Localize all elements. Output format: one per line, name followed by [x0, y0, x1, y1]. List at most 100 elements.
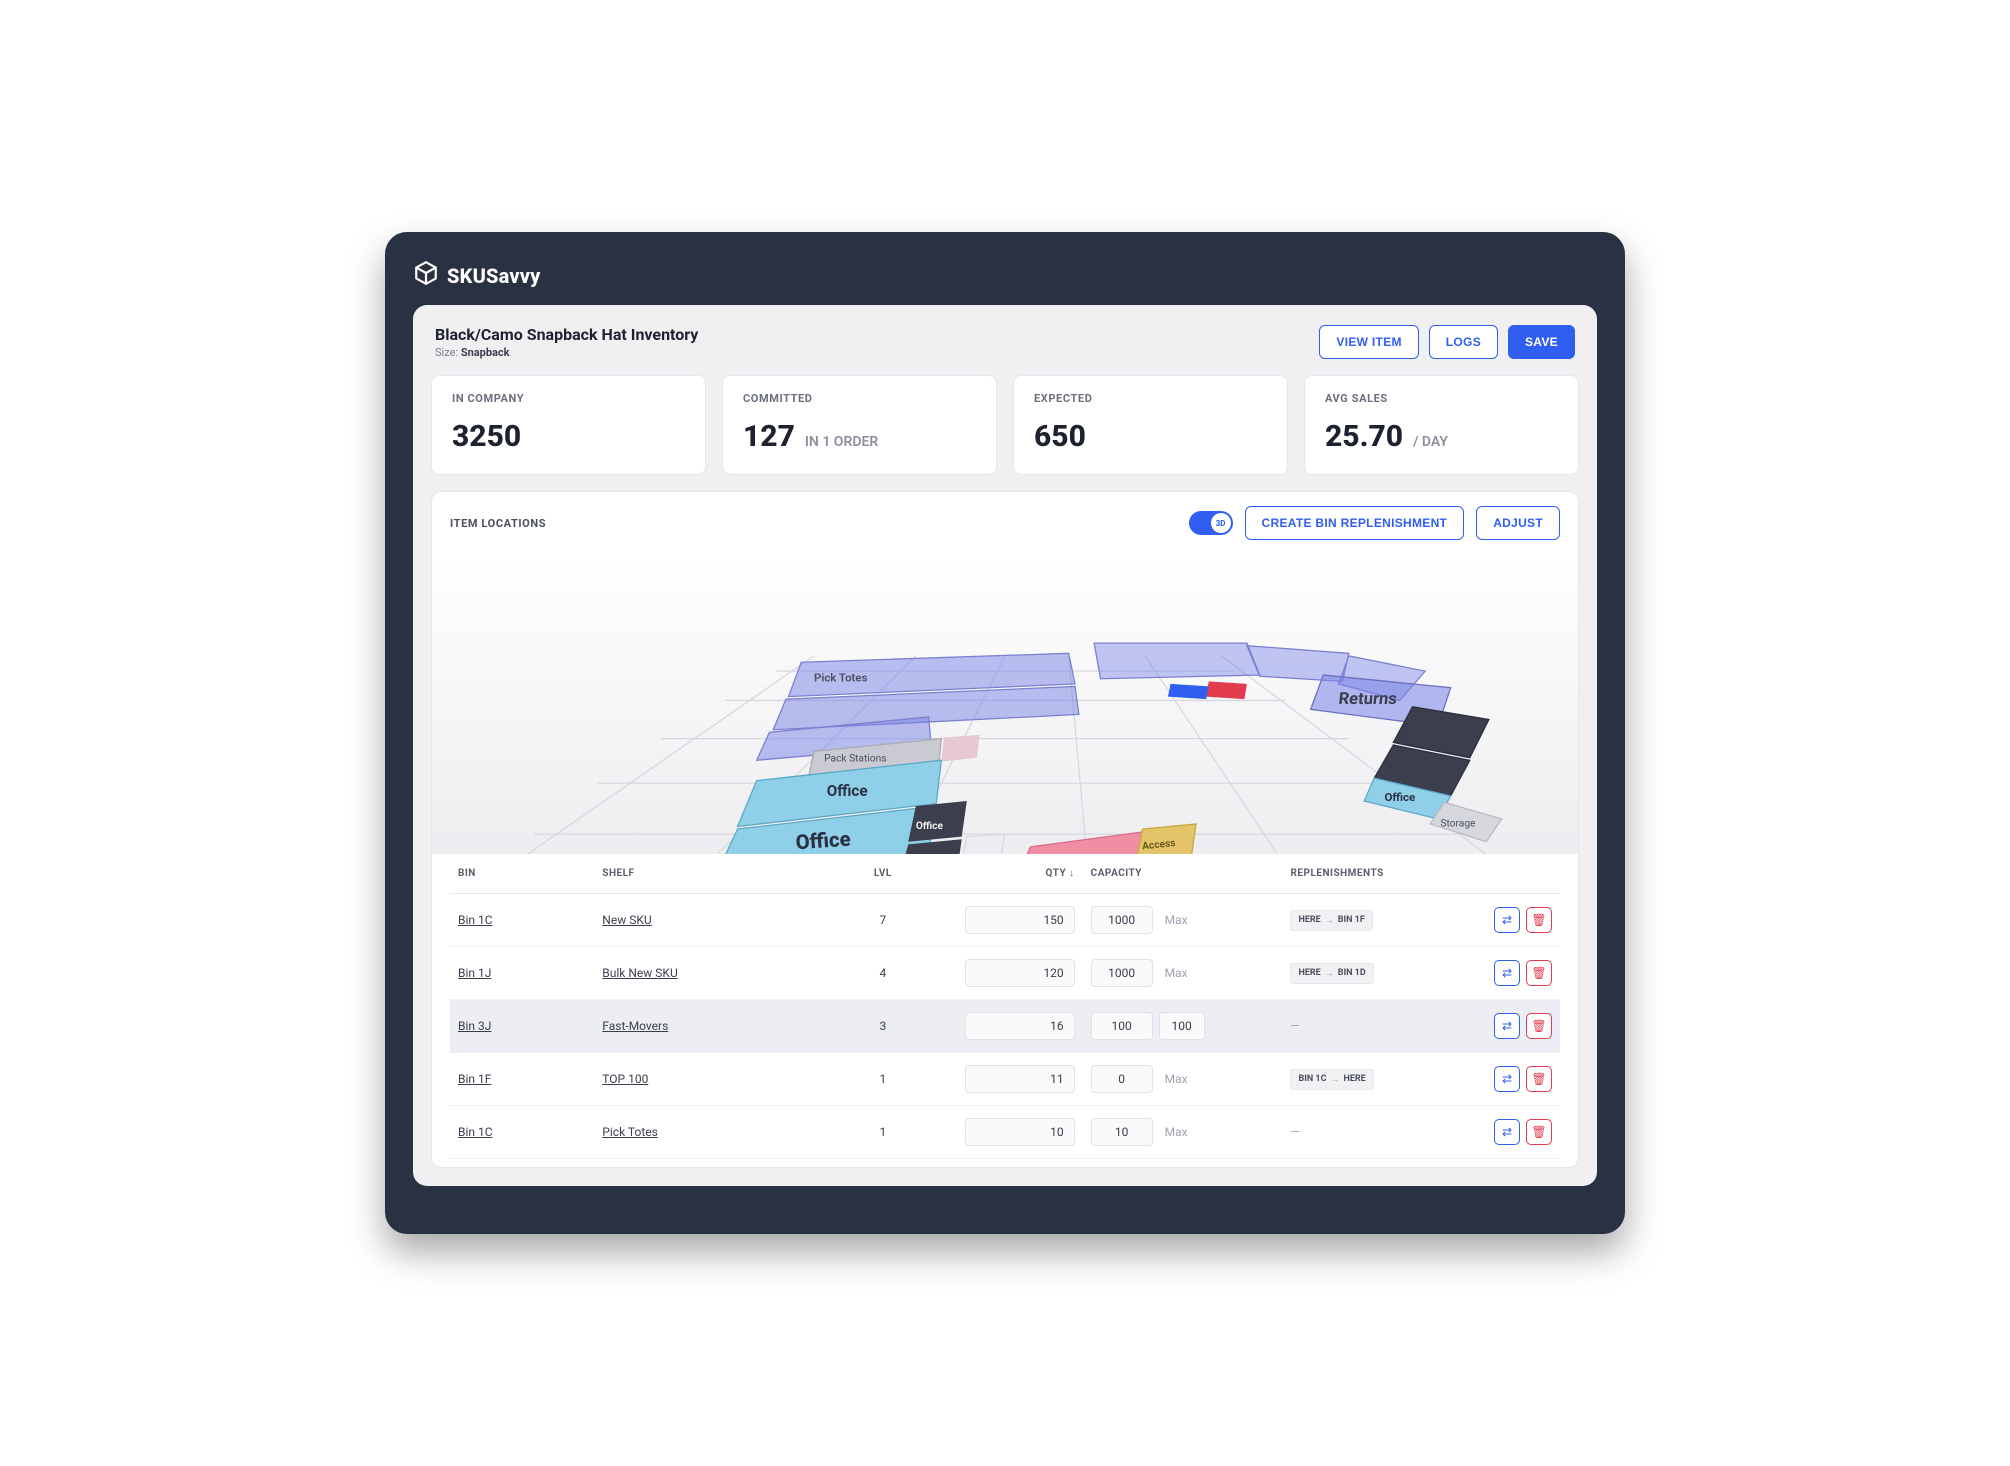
lvl-cell: 1 — [838, 1106, 927, 1159]
table-row[interactable]: Bin 1J Bulk New SKU 4 120 1000 Max HERE→BIN 1D… — [450, 947, 1560, 1000]
qty-input[interactable]: 120 — [965, 959, 1075, 987]
locations-title: ITEM LOCATIONS — [450, 517, 546, 530]
transfer-icon: ⇄ — [1502, 966, 1512, 980]
trash-icon: 🗑 — [1531, 1125, 1546, 1139]
device-frame: SKUSavvy Black/Camo Snapback Hat Invento… — [385, 232, 1625, 1234]
capacity-max-label: Max — [1165, 913, 1195, 927]
trash-icon: 🗑 — [1531, 1019, 1546, 1033]
brand-logo: SKUSavvy — [413, 260, 541, 291]
transfer-button[interactable]: ⇄ — [1494, 1066, 1520, 1092]
stat-expected: EXPECTED 650 — [1013, 375, 1288, 475]
transfer-button[interactable]: ⇄ — [1494, 1013, 1520, 1039]
arrow-right-icon: → — [1330, 1074, 1339, 1085]
shelf-link[interactable]: Fast-Movers — [602, 1019, 668, 1033]
svg-text:Office: Office — [916, 821, 944, 832]
capacity-max-label: Max — [1165, 1125, 1195, 1139]
table-row[interactable]: Bin 1FTOP 1001110MaxBIN 1C→HERE⇄🗑 — [450, 1053, 1560, 1106]
delete-button[interactable]: 🗑 — [1526, 1013, 1552, 1039]
save-button[interactable]: SAVE — [1508, 325, 1575, 359]
capacity-input[interactable]: 10 — [1091, 1118, 1153, 1146]
delete-button[interactable]: 🗑 — [1526, 907, 1552, 933]
shelf-link[interactable]: Bulk New SKU — [602, 966, 677, 980]
capacity-input[interactable]: 1000 — [1091, 906, 1153, 934]
lvl-cell: 7 — [838, 894, 927, 947]
transfer-button[interactable]: ⇄ — [1494, 1119, 1520, 1145]
toggle-3d-knob: 3D — [1211, 513, 1231, 533]
col-lvl[interactable]: LVL — [838, 854, 927, 894]
transfer-icon: ⇄ — [1502, 913, 1512, 927]
replenishment-empty: — — [1290, 1019, 1299, 1033]
brand-name: SKUSavvy — [447, 264, 541, 288]
svg-text:Office: Office — [1384, 790, 1415, 804]
table-row[interactable]: Bin 1C New SKU 7 150 1000 Max HERE→BIN 1F ⇄ 🗑 — [450, 894, 1560, 947]
transfer-button[interactable]: ⇄ — [1494, 960, 1520, 986]
logs-button[interactable]: LOGS — [1429, 325, 1498, 359]
warehouse-3d-map[interactable]: Returns Office Storage — [432, 554, 1578, 854]
bin-link[interactable]: Bin 3J — [458, 1019, 491, 1033]
trash-icon: 🗑 — [1531, 966, 1546, 980]
table-row[interactable]: Bin 3J Fast-Movers 3 16 100100 — ⇄ 🗑 — [450, 1000, 1560, 1053]
col-capacity[interactable]: CAPACITY — [1083, 854, 1283, 894]
replenishment-badge[interactable]: HERE→BIN 1D — [1290, 963, 1373, 984]
svg-text:Office: Office — [827, 782, 868, 800]
arrow-right-icon: → — [1325, 915, 1334, 926]
replenishment-badge[interactable]: HERE→BIN 1F — [1290, 910, 1372, 931]
svg-text:Storage: Storage — [1440, 818, 1476, 829]
page-subtitle: Size: Snapback — [435, 346, 698, 359]
svg-text:Pack Stations: Pack Stations — [824, 754, 886, 765]
content-card: Black/Camo Snapback Hat Inventory Size: … — [413, 305, 1597, 1186]
transfer-icon: ⇄ — [1502, 1019, 1512, 1033]
col-shelf[interactable]: SHELF — [594, 854, 838, 894]
trash-icon: 🗑 — [1531, 913, 1546, 927]
bin-link[interactable]: Bin 1C — [458, 1125, 493, 1139]
table-row[interactable]: Bin 1C Pick Totes 1 10 10 Max — ⇄ 🗑 — [450, 1106, 1560, 1159]
lvl-cell: 3 — [838, 1000, 927, 1053]
create-replenishment-button[interactable]: CREATE BIN REPLENISHMENT — [1245, 506, 1465, 540]
bin-link[interactable]: Bin 1F — [458, 1072, 491, 1086]
page-title: Black/Camo Snapback Hat Inventory — [435, 325, 698, 344]
capacity-max-label: Max — [1165, 1072, 1195, 1086]
delete-button[interactable]: 🗑 — [1526, 1066, 1552, 1092]
qty-input[interactable]: 150 — [965, 906, 1075, 934]
capacity-max-label: Max — [1165, 966, 1195, 980]
bin-link[interactable]: Bin 1J — [458, 966, 491, 980]
stat-committed: COMMITTED 127 IN 1 ORDER — [722, 375, 997, 475]
qty-input[interactable]: 11 — [965, 1065, 1075, 1093]
lvl-cell: 1 — [838, 1053, 927, 1106]
svg-text:Returns: Returns — [1338, 690, 1398, 709]
table-header-row: BIN SHELF LVL QTY↓ CAPACITY REPLENISHMEN… — [450, 854, 1560, 894]
transfer-button[interactable]: ⇄ — [1494, 907, 1520, 933]
delete-button[interactable]: 🗑 — [1526, 1119, 1552, 1145]
adjust-button[interactable]: ADJUST — [1476, 506, 1560, 540]
sort-desc-icon: ↓ — [1069, 868, 1075, 879]
view-item-button[interactable]: VIEW ITEM — [1319, 325, 1418, 359]
qty-input[interactable]: 10 — [965, 1118, 1075, 1146]
stat-in-company: IN COMPANY 3250 — [431, 375, 706, 475]
delete-button[interactable]: 🗑 — [1526, 960, 1552, 986]
toggle-3d[interactable]: 3D — [1189, 511, 1233, 535]
col-qty[interactable]: QTY↓ — [927, 854, 1082, 894]
svg-text:Office: Office — [795, 827, 852, 854]
shelf-link[interactable]: Pick Totes — [602, 1125, 658, 1139]
stat-avg-sales: AVG SALES 25.70 / DAY — [1304, 375, 1579, 475]
shelf-link[interactable]: TOP 100 — [602, 1072, 648, 1086]
transfer-icon: ⇄ — [1502, 1125, 1512, 1139]
capacity-max-input[interactable]: 100 — [1159, 1012, 1205, 1040]
capacity-input[interactable]: 0 — [1091, 1065, 1153, 1093]
capacity-input[interactable]: 1000 — [1091, 959, 1153, 987]
transfer-icon: ⇄ — [1502, 1072, 1512, 1086]
lvl-cell: 4 — [838, 947, 927, 1000]
svg-text:Pick Totes: Pick Totes — [814, 670, 868, 684]
bin-link[interactable]: Bin 1C — [458, 913, 493, 927]
trash-icon: 🗑 — [1531, 1072, 1546, 1086]
replenishment-empty: — — [1290, 1125, 1299, 1139]
replenishment-badge[interactable]: BIN 1C→HERE — [1290, 1069, 1373, 1090]
col-replenishments[interactable]: REPLENISHMENTS — [1282, 854, 1471, 894]
qty-input[interactable]: 16 — [965, 1012, 1075, 1040]
cube-icon — [413, 260, 439, 291]
locations-panel: ITEM LOCATIONS 3D CREATE BIN REPLENISHME… — [431, 491, 1579, 1168]
shelf-link[interactable]: New SKU — [602, 913, 651, 927]
col-bin[interactable]: BIN — [450, 854, 594, 894]
arrow-right-icon: → — [1325, 968, 1334, 979]
capacity-input[interactable]: 100 — [1091, 1012, 1153, 1040]
